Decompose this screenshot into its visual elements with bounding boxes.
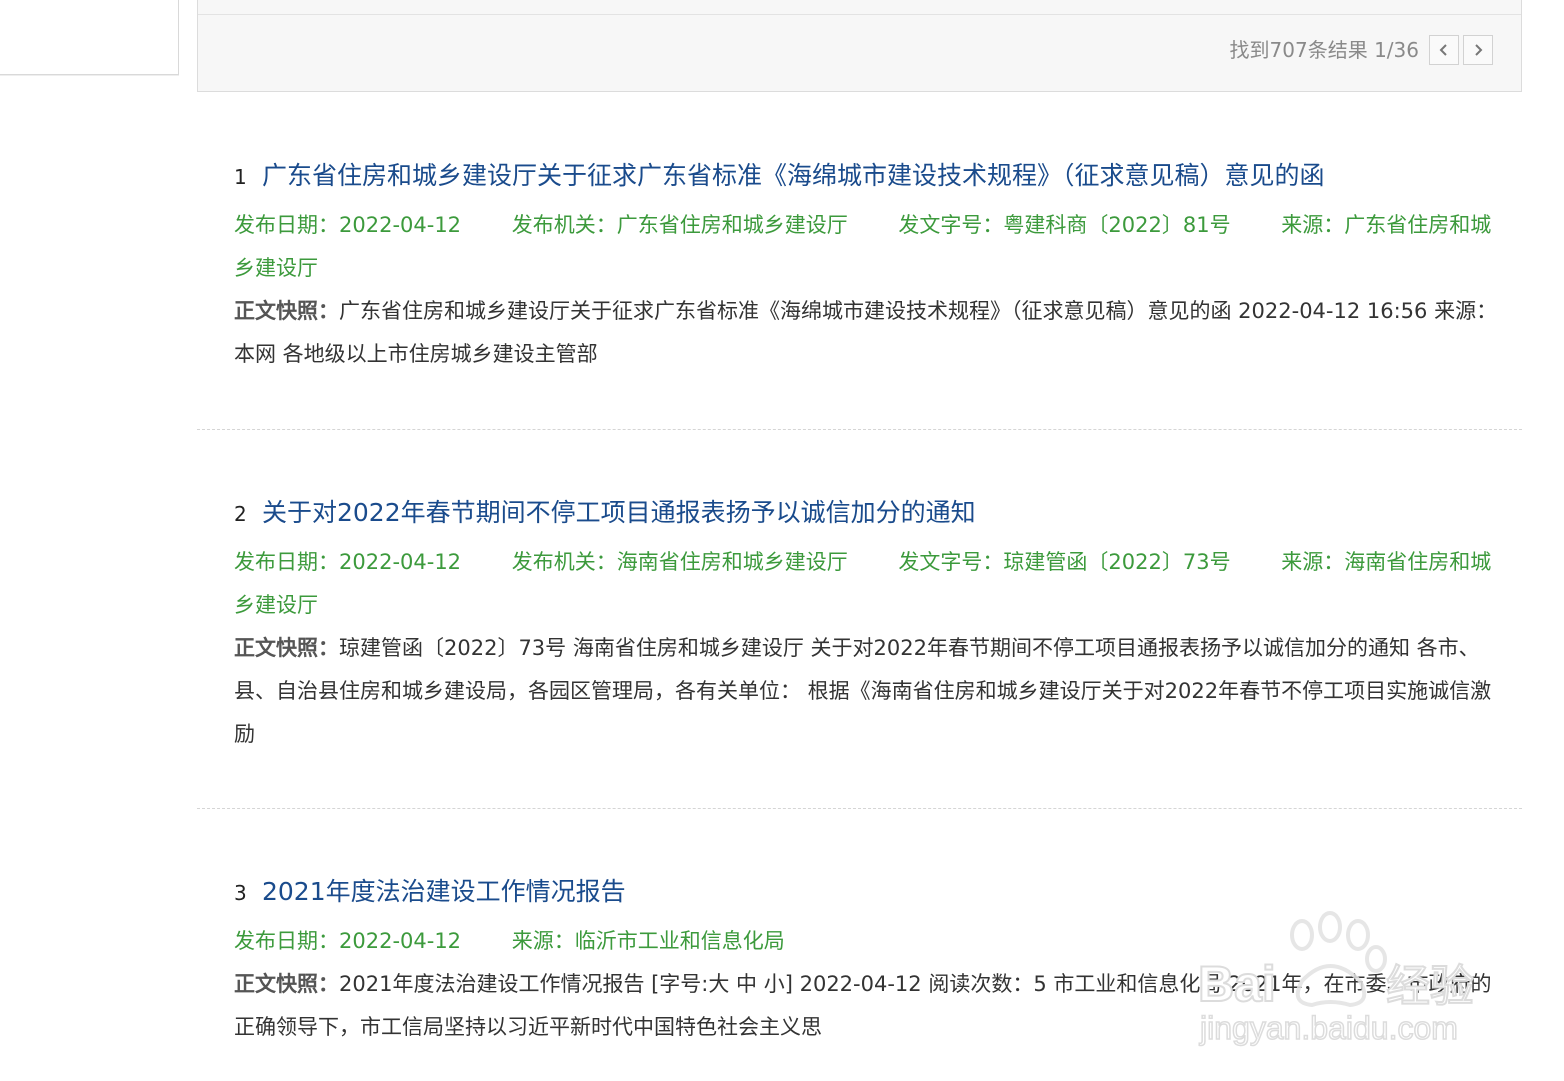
prev-page-button[interactable] bbox=[1429, 35, 1459, 65]
result-title-row: 1 广东省住房和城乡建设厅关于征求广东省标准《海绵城市建设技术规程》（征求意见稿… bbox=[234, 156, 1504, 192]
result-divider bbox=[197, 808, 1522, 809]
result-index: 3 bbox=[234, 881, 247, 905]
result-snippet: 正文快照：广东省住房和城乡建设厅关于征求广东省标准《海绵城市建设技术规程》（征求… bbox=[234, 290, 1504, 376]
results-header-bar: 找到707条结果 1/36 bbox=[197, 0, 1522, 92]
left-sidebar-panel bbox=[0, 0, 179, 75]
result-item: 1 广东省住房和城乡建设厅关于征求广东省标准《海绵城市建设技术规程》（征求意见稿… bbox=[234, 156, 1504, 376]
publish-date: 发布日期：2022-04-12 bbox=[234, 929, 462, 953]
result-title-link[interactable]: 广东省住房和城乡建设厅关于征求广东省标准《海绵城市建设技术规程》（征求意见稿）意… bbox=[262, 156, 1325, 192]
result-title-link[interactable]: 关于对2022年春节期间不停工项目通报表扬予以诚信加分的通知 bbox=[262, 493, 976, 529]
result-divider bbox=[197, 429, 1522, 430]
result-title-link[interactable]: 2021年度法治建设工作情况报告 bbox=[262, 872, 626, 908]
result-title-row: 2 关于对2022年春节期间不停工项目通报表扬予以诚信加分的通知 bbox=[234, 493, 1504, 529]
chevron-right-icon bbox=[1475, 44, 1483, 56]
document-number: 发文字号：琼建管函〔2022〕73号 bbox=[898, 550, 1231, 574]
snippet-label: 正文快照： bbox=[234, 299, 339, 323]
document-number: 发文字号：粤建科商〔2022〕81号 bbox=[898, 213, 1231, 237]
snippet-label: 正文快照： bbox=[234, 972, 339, 996]
result-meta: 发布日期：2022-04-12 来源：临沂市工业和信息化局 bbox=[234, 920, 1504, 963]
snippet-text: 琼建管函〔2022〕73号 海南省住房和城乡建设厅 关于对2022年春节期间不停… bbox=[234, 636, 1492, 746]
header-divider bbox=[198, 14, 1521, 15]
result-index: 2 bbox=[234, 502, 247, 526]
snippet-text: 2021年度法治建设工作情况报告 [字号:大 中 小] 2022-04-12 阅… bbox=[234, 972, 1492, 1039]
next-page-button[interactable] bbox=[1463, 35, 1493, 65]
chevron-left-icon bbox=[1439, 44, 1447, 56]
result-meta: 发布日期：2022-04-12 发布机关：广东省住房和城乡建设厅 发文字号：粤建… bbox=[234, 204, 1504, 290]
publish-date: 发布日期：2022-04-12 bbox=[234, 213, 462, 237]
issuing-agency: 发布机关：广东省住房和城乡建设厅 bbox=[511, 213, 848, 237]
result-count: 找到707条结果 1/36 bbox=[1229, 38, 1419, 62]
snippet-label: 正文快照： bbox=[234, 636, 339, 660]
result-snippet: 正文快照：2021年度法治建设工作情况报告 [字号:大 中 小] 2022-04… bbox=[234, 963, 1504, 1049]
result-meta: 发布日期：2022-04-12 发布机关：海南省住房和城乡建设厅 发文字号：琼建… bbox=[234, 541, 1504, 627]
pagination: 找到707条结果 1/36 bbox=[1230, 34, 1493, 66]
result-snippet: 正文快照：琼建管函〔2022〕73号 海南省住房和城乡建设厅 关于对2022年春… bbox=[234, 627, 1504, 756]
result-title-row: 3 2021年度法治建设工作情况报告 bbox=[234, 872, 1504, 908]
publish-date: 发布日期：2022-04-12 bbox=[234, 550, 462, 574]
snippet-text: 广东省住房和城乡建设厅关于征求广东省标准《海绵城市建设技术规程》（征求意见稿）意… bbox=[234, 299, 1498, 366]
issuing-agency: 发布机关：海南省住房和城乡建设厅 bbox=[511, 550, 848, 574]
search-results-page: 找到707条结果 1/36 1 广东省住房和城乡建设厅关于征求广东省标准《海绵城… bbox=[0, 0, 1564, 1081]
result-item: 2 关于对2022年春节期间不停工项目通报表扬予以诚信加分的通知 发布日期：20… bbox=[234, 493, 1504, 756]
source: 来源：临沂市工业和信息化局 bbox=[511, 929, 785, 953]
result-index: 1 bbox=[234, 165, 247, 189]
result-item: 3 2021年度法治建设工作情况报告 发布日期：2022-04-12 来源：临沂… bbox=[234, 872, 1504, 1049]
